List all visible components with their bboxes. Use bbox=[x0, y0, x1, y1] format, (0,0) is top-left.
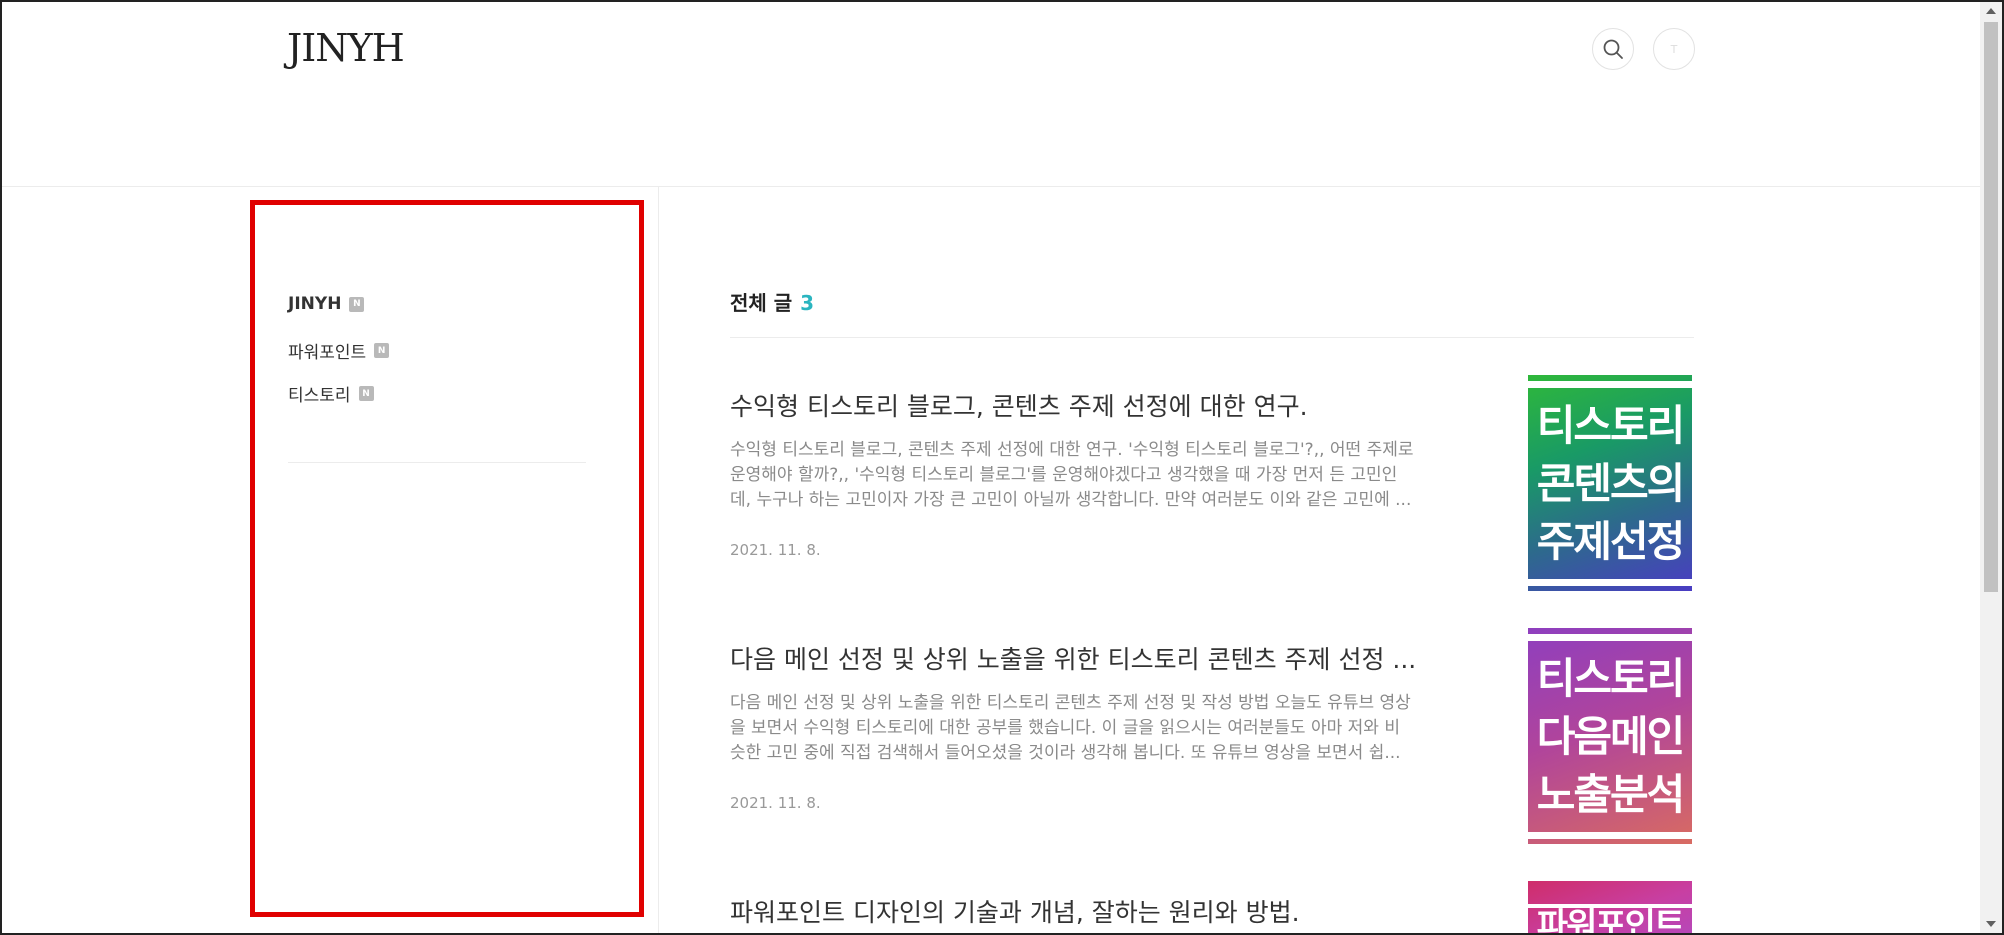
sidebar-item-label: JINYH bbox=[288, 294, 342, 314]
new-badge: N bbox=[349, 296, 365, 312]
scroll-down-arrow-icon[interactable] bbox=[1986, 921, 1996, 927]
post-thumbnail[interactable]: 티스토리 콘텐츠의 주제선정 bbox=[1528, 375, 1692, 591]
thumbnail-text: 파워포인트 bbox=[1536, 906, 1685, 933]
sidebar-item-label: 티스토리 bbox=[288, 386, 351, 406]
scroll-up-arrow-icon[interactable] bbox=[1986, 8, 1996, 14]
thumbnail-text: 콘텐츠의 bbox=[1536, 459, 1686, 508]
new-badge: N bbox=[374, 343, 390, 358]
thumbnail-text: 다음메인 bbox=[1536, 712, 1686, 761]
scrollbar-thumb[interactable] bbox=[1984, 22, 1998, 592]
thumbnail-text: 주제선정 bbox=[1536, 517, 1686, 566]
sidebar-item-jinyh[interactable]: JINYH N bbox=[288, 294, 365, 314]
thumbnail-band bbox=[1528, 579, 1692, 586]
section-title-label: 전체 글 bbox=[730, 291, 793, 315]
column-divider bbox=[658, 186, 659, 935]
excerpt-line: 운영해야 할까?,, '수익형 티스토리 블로그'를 운영해야겠다고 생각했을 … bbox=[730, 465, 1398, 485]
sidebar-item-tistory[interactable]: 티스토리 N bbox=[288, 381, 374, 406]
post-excerpt[interactable]: 다음 메인 선정 및 상위 노출을 위한 티스토리 콘텐츠 주제 선정 및 작성… bbox=[730, 691, 1452, 766]
thumbnail-band bbox=[1528, 832, 1692, 839]
thumbnail-band bbox=[1528, 634, 1692, 641]
post-title[interactable]: 파워포인트 디자인의 기술과 개념, 잘하는 원리와 방법. bbox=[730, 893, 1300, 929]
post-count: 3 bbox=[800, 291, 815, 315]
post-title[interactable]: 다음 메인 선정 및 상위 노출을 위한 티스토리 콘텐츠 주제 선정 ... bbox=[730, 640, 1416, 676]
sidebar-divider bbox=[288, 462, 586, 463]
post-thumbnail[interactable]: 파워포인트 bbox=[1528, 881, 1692, 933]
excerpt-line: 데, 누구나 하는 고민이자 가장 큰 고민이 아닐까 생각합니다. 만약 여러… bbox=[730, 490, 1412, 510]
blog-logo[interactable]: JINYH bbox=[287, 26, 405, 70]
post-title[interactable]: 수익형 티스토리 블로그, 콘텐츠 주제 선정에 대한 연구. bbox=[730, 387, 1308, 423]
section-divider bbox=[730, 337, 1694, 338]
thumbnail-band bbox=[1528, 381, 1692, 388]
excerpt-line: 슷한 고민 중에 직접 검색해서 들어오셨을 것이라 생각해 봅니다. 또 유튜… bbox=[730, 743, 1401, 763]
new-badge: N bbox=[358, 386, 374, 401]
post-date: 2021. 11. 8. bbox=[730, 794, 821, 812]
section-title: 전체 글 3 bbox=[730, 287, 814, 316]
profile-button[interactable]: T bbox=[1653, 28, 1695, 70]
vertical-scrollbar[interactable] bbox=[1980, 2, 2002, 933]
sidebar-item-powerpoint[interactable]: 파워포인트 N bbox=[288, 338, 390, 363]
excerpt-line: 다음 메인 선정 및 상위 노출을 위한 티스토리 콘텐츠 주제 선정 및 작성… bbox=[730, 693, 1411, 713]
thumbnail-text: 티스토리 bbox=[1536, 654, 1686, 703]
post-date: 2021. 11. 8. bbox=[730, 541, 821, 559]
header: JINYH T bbox=[0, 0, 1980, 187]
sidebar-item-label: 파워포인트 bbox=[288, 343, 367, 363]
excerpt-line: 을 보면서 수익형 티스토리에 대한 공부를 했습니다. 이 글을 읽으시는 여… bbox=[730, 718, 1400, 738]
thumbnail-text: 노출분석 bbox=[1536, 770, 1686, 819]
post-thumbnail[interactable]: 티스토리 다음메인 노출분석 bbox=[1528, 628, 1692, 844]
search-button[interactable] bbox=[1592, 28, 1634, 70]
post-excerpt[interactable]: 수익형 티스토리 블로그, 콘텐츠 주제 선정에 대한 연구. '수익형 티스토… bbox=[730, 438, 1452, 513]
search-icon bbox=[1603, 39, 1623, 59]
profile-initial: T bbox=[1670, 42, 1678, 56]
thumbnail-text: 티스토리 bbox=[1536, 401, 1686, 450]
excerpt-line: 수익형 티스토리 블로그, 콘텐츠 주제 선정에 대한 연구. '수익형 티스토… bbox=[730, 440, 1414, 460]
